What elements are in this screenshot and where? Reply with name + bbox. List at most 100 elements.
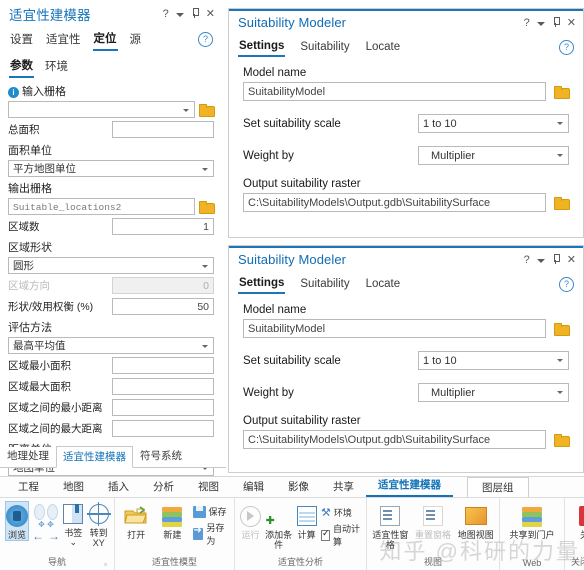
help-circle-icon[interactable]: ? — [559, 277, 574, 292]
suitability-pane-button[interactable]: 适宜性窗格 — [372, 503, 409, 550]
ribbon-tab-imagery[interactable]: 影像 — [276, 476, 321, 497]
region-shape-combo[interactable]: 圆形 — [8, 257, 214, 274]
go-to-xy-button[interactable]: 转到 XY — [86, 501, 111, 548]
tab-suitability[interactable]: Suitability — [299, 39, 350, 56]
region-min-area-input[interactable] — [112, 357, 214, 374]
weight-by-combo[interactable]: Multiplier — [418, 383, 569, 402]
folder-icon[interactable] — [199, 200, 215, 214]
pin-icon[interactable] — [552, 253, 560, 266]
pin-icon[interactable] — [552, 16, 560, 29]
tab-locate[interactable]: Locate — [365, 276, 402, 293]
tab-locate[interactable]: Locate — [365, 39, 402, 56]
tab-locate[interactable]: 定位 — [92, 28, 118, 51]
help-circle-icon[interactable]: ? — [198, 32, 213, 47]
chevron-down-icon[interactable] — [175, 9, 184, 19]
suitability-scale-combo[interactable]: 1 to 10 — [418, 351, 569, 370]
close-icon[interactable]: ✕ — [567, 254, 576, 265]
panel-1-caption-buttons: ? ✕ — [524, 16, 576, 29]
auto-calculate-checkbox[interactable]: 自动计算 — [321, 522, 361, 548]
model-name-input[interactable]: SuitabilityModel — [243, 319, 546, 338]
share-to-portal-button[interactable]: 共享到门户 — [505, 503, 559, 540]
help-circle-icon[interactable]: ? — [559, 40, 574, 55]
weight-by-combo[interactable]: Multiplier — [418, 146, 569, 165]
ribbon-group-close-model: ✕ 关闭 关闭模型 — [565, 498, 584, 570]
close-model-button[interactable]: ✕ 关闭 — [570, 503, 584, 540]
tab-settings[interactable]: Settings — [238, 38, 286, 57]
help-icon[interactable]: ? — [524, 17, 530, 28]
add-criteria-button[interactable]: ✚ 添加条件 — [265, 503, 292, 550]
zoom-out-icon[interactable] — [47, 504, 58, 520]
region-shape-group: 区域形状 圆形 — [8, 239, 214, 274]
tab-source[interactable]: 源 — [129, 29, 143, 50]
ribbon-tab-share[interactable]: 共享 — [321, 476, 366, 497]
tab-suitability[interactable]: Suitability — [299, 276, 350, 293]
tab-settings[interactable]: Settings — [238, 275, 286, 294]
open-model-button[interactable]: 打开 — [120, 503, 152, 540]
evaluation-method-combo[interactable]: 最高平均值 — [8, 337, 214, 354]
suitability-scale-row: Set suitability scale 1 to 10 — [243, 114, 569, 133]
environment-icon: ⚒ — [321, 507, 331, 519]
region-max-distance-input[interactable] — [112, 420, 214, 437]
area-units-combo[interactable]: 平方地图单位 — [8, 160, 214, 177]
chevron-down-icon[interactable] — [536, 18, 545, 28]
add-criteria-icon: ✚ — [265, 515, 275, 527]
close-icon[interactable]: ✕ — [206, 9, 215, 20]
ribbon-tab-insert[interactable]: 插入 — [96, 476, 141, 497]
chevron-down-icon[interactable] — [536, 255, 545, 265]
calculate-button[interactable]: 计算 — [296, 503, 317, 540]
close-icon[interactable]: ✕ — [567, 17, 576, 28]
folder-icon[interactable] — [199, 103, 215, 117]
ribbon-tab-map[interactable]: 地图 — [51, 476, 96, 497]
output-suitability-raster-input[interactable]: C:\SuitabilityModels\Output.gdb\Suitabil… — [243, 193, 546, 212]
suitability-modeler-panel-1: Suitability Modeler ? ✕ Settings Suitabi… — [228, 8, 584, 238]
ribbon-tab-view[interactable]: 视图 — [186, 476, 231, 497]
folder-icon[interactable] — [554, 196, 570, 210]
back-arrow-icon[interactable]: ← — [32, 529, 44, 543]
output-suitability-raster-input[interactable]: C:\SuitabilityModels\Output.gdb\Suitabil… — [243, 430, 546, 449]
tab-suitability[interactable]: 适宜性 — [45, 29, 82, 50]
zoom-in-icon[interactable] — [34, 504, 45, 520]
input-raster-combo[interactable] — [8, 101, 195, 118]
forward-arrow-icon[interactable]: → — [48, 529, 60, 543]
ribbon-tab-analysis[interactable]: 分析 — [141, 476, 186, 497]
folder-icon[interactable] — [554, 322, 570, 336]
suitability-scale-row: Set suitability scale 1 to 10 — [243, 351, 569, 370]
total-area-input[interactable] — [112, 121, 214, 138]
dock-tab-symbology[interactable]: 符号系统 — [133, 445, 189, 467]
suitability-scale-combo[interactable]: 1 to 10 — [418, 114, 569, 133]
ribbon-contextual-tab-layer-group[interactable]: 图层组 — [467, 477, 529, 497]
output-raster-input[interactable]: Suitable_locations2 — [8, 198, 195, 215]
left-panel-title-bar: 适宜性建模器 ? ✕ — [0, 0, 222, 26]
folder-icon[interactable] — [554, 85, 570, 99]
shape-utility-input[interactable]: 50 — [112, 298, 214, 315]
ribbon-tab-suitability-modeler[interactable]: 适宜性建模器 — [366, 474, 453, 497]
dock-tab-suitability-modeler[interactable]: 适宜性建模器 — [56, 446, 133, 468]
subtab-environment[interactable]: 环境 — [44, 56, 69, 77]
tab-settings[interactable]: 设置 — [9, 29, 34, 50]
dialog-launcher-icon[interactable]: ▫ — [104, 560, 107, 569]
ribbon-tab-edit[interactable]: 编辑 — [231, 476, 276, 497]
ribbon-group-suitability-analysis-label: 适宜性分析 — [278, 557, 324, 567]
save-model-button[interactable]: 保存 — [192, 505, 230, 518]
folder-icon[interactable] — [554, 433, 570, 447]
help-icon[interactable]: ? — [524, 254, 530, 265]
suitability-modeler-left-panel: 适宜性建模器 ? ✕ 设置 适宜性 定位 源 ? 参数 环境 i 输入栅格 总面… — [0, 0, 222, 568]
environments-button[interactable]: ⚒ 环境 — [321, 506, 361, 519]
region-min-distance-input[interactable] — [112, 399, 214, 416]
pin-icon[interactable] — [191, 8, 199, 20]
explore-button[interactable]: 浏览 — [5, 501, 29, 541]
subtab-parameters[interactable]: 参数 — [9, 55, 34, 78]
ribbon-group-suitability-model: 打开 新建 保存 ➜ 另存为 适宜性模型 — [115, 498, 236, 570]
new-model-button[interactable]: 新建 — [156, 503, 188, 540]
model-name-input[interactable]: SuitabilityModel — [243, 82, 546, 101]
ribbon-group-close-model-label: 关闭模型 — [571, 557, 584, 567]
ribbon-tab-project[interactable]: 工程 — [6, 476, 51, 497]
region-orientation-label: 区域方向 — [8, 280, 50, 292]
save-as-model-button[interactable]: 另存为 — [192, 521, 230, 547]
help-icon[interactable]: ? — [163, 9, 169, 20]
bookmarks-button[interactable]: 书签 ⌄ — [63, 501, 84, 547]
dock-tab-geoprocessing[interactable]: 地理处理 — [0, 445, 56, 467]
region-max-area-input[interactable] — [112, 378, 214, 395]
region-count-input[interactable]: 1 — [112, 218, 214, 235]
map-view-button[interactable]: 地图视图 — [457, 503, 494, 540]
